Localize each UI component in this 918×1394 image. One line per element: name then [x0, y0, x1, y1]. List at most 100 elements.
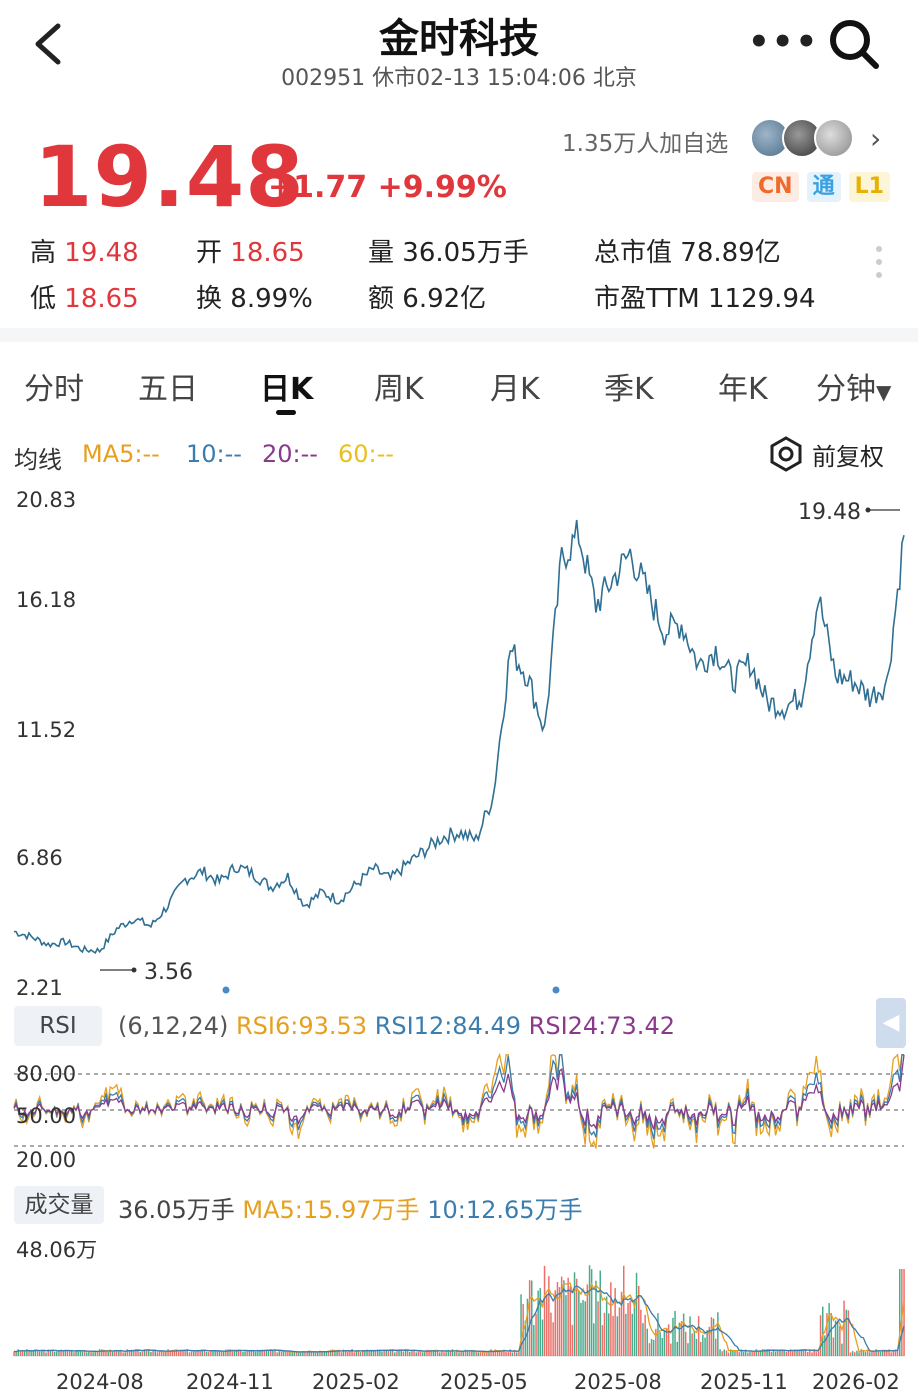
volume-bar	[212, 1351, 214, 1356]
max-price-label: 19.48	[798, 500, 861, 525]
volume-bar	[477, 1352, 479, 1356]
volume-bar	[53, 1352, 56, 1356]
volume-bar	[66, 1351, 69, 1356]
volume-bar	[490, 1349, 492, 1356]
volume-bar	[73, 1352, 75, 1356]
volume-bar	[289, 1351, 291, 1356]
volume-bar	[873, 1352, 875, 1356]
volume-bar	[717, 1312, 719, 1356]
volume-bar	[672, 1317, 674, 1356]
volume-bar	[372, 1350, 375, 1356]
volume-bar	[216, 1351, 218, 1356]
volume-bar	[334, 1351, 336, 1356]
volume-bar	[633, 1300, 636, 1356]
volume-bar	[535, 1313, 537, 1356]
volume-bar	[849, 1352, 852, 1356]
volume-bar	[706, 1330, 708, 1356]
volume-bar	[244, 1351, 246, 1356]
collapse-panel-icon[interactable]: ◀	[876, 998, 906, 1048]
volume-bar	[550, 1312, 552, 1356]
volume-bar	[676, 1341, 678, 1356]
volume-bar	[141, 1351, 144, 1356]
volume-bar	[612, 1315, 614, 1356]
event-marker	[222, 986, 230, 994]
rsi-values: (6,12,24) RSI6:93.53 RSI12:84.49 RSI24:7…	[118, 1012, 675, 1040]
volume-bar	[618, 1307, 621, 1356]
volume-bar	[505, 1352, 507, 1356]
volume-bar	[443, 1352, 445, 1356]
volume-bar	[588, 1265, 591, 1356]
volume-bar	[445, 1352, 447, 1356]
volume-bar	[58, 1351, 60, 1356]
volume-bar	[38, 1351, 41, 1356]
volume-bar	[473, 1351, 475, 1356]
volume-bar	[811, 1352, 813, 1356]
volume-bar	[627, 1303, 629, 1356]
volume-bar	[543, 1265, 546, 1356]
x-tick: 2025-05	[440, 1370, 528, 1394]
volume-bar	[854, 1352, 856, 1356]
volume-bar	[556, 1282, 559, 1356]
rsi-line	[13, 1054, 905, 1131]
volume-bar	[755, 1349, 758, 1356]
volume-bar	[858, 1352, 860, 1356]
volume-bar	[285, 1352, 287, 1356]
volume-bar	[15, 1351, 17, 1356]
volume-bar	[409, 1351, 411, 1356]
volume-bar	[727, 1352, 730, 1356]
volume-bar	[122, 1352, 124, 1356]
volume-bar	[387, 1350, 390, 1356]
rsi-indicator-selector[interactable]: RSI	[14, 1006, 102, 1046]
volume-bar	[610, 1282, 612, 1356]
volume-bar	[190, 1351, 193, 1356]
volume-bar	[133, 1350, 135, 1356]
volume-bar	[623, 1265, 625, 1356]
volume-bar	[23, 1351, 26, 1356]
volume-bar	[276, 1352, 278, 1356]
volume-bar	[368, 1351, 370, 1356]
rsi-level: 80.00	[16, 1062, 77, 1086]
volume-bar	[903, 1269, 905, 1356]
volume-bar	[871, 1351, 873, 1356]
volume-bar	[417, 1352, 420, 1356]
volume-bar	[293, 1352, 295, 1356]
volume-bar	[584, 1301, 586, 1356]
volume-bar	[45, 1352, 47, 1356]
volume-bar	[479, 1352, 482, 1356]
kline-chart[interactable]	[0, 0, 918, 1390]
volume-bar	[415, 1352, 417, 1356]
volume-bar	[635, 1272, 638, 1356]
volume-bar	[312, 1352, 315, 1356]
volume-bar	[655, 1328, 657, 1356]
volume-max-label: 48.06万	[16, 1238, 98, 1262]
volume-bar	[644, 1314, 646, 1356]
volume-bar	[124, 1352, 126, 1356]
volume-bar	[118, 1351, 120, 1356]
x-tick: 2026-02	[812, 1370, 900, 1394]
min-price-label: 3.56	[144, 960, 193, 985]
volume-bar	[687, 1343, 689, 1356]
volume-ma-line	[13, 1285, 905, 1353]
volume-bar	[282, 1351, 285, 1356]
volume-bar	[481, 1352, 484, 1356]
volume-bar	[845, 1309, 847, 1356]
volume-bar	[712, 1318, 715, 1356]
volume-bar	[30, 1351, 32, 1356]
volume-bar	[295, 1352, 298, 1356]
volume-bar	[685, 1331, 687, 1356]
volume-bar	[648, 1343, 651, 1356]
volume-bar	[297, 1352, 300, 1356]
volume-bar	[96, 1351, 99, 1356]
volume-indicator-selector[interactable]: 成交量	[14, 1186, 104, 1224]
volume-bar	[822, 1306, 824, 1356]
x-tick: 2025-02	[312, 1370, 400, 1394]
volume-bar	[539, 1288, 541, 1356]
volume-bar	[807, 1351, 809, 1356]
volume-bar	[725, 1350, 728, 1356]
volume-bar	[715, 1338, 717, 1356]
volume-bar	[317, 1352, 319, 1356]
volume-bar	[421, 1352, 424, 1356]
volume-bar	[892, 1351, 895, 1356]
volume-bar	[809, 1350, 811, 1356]
volume-bar	[815, 1352, 817, 1356]
